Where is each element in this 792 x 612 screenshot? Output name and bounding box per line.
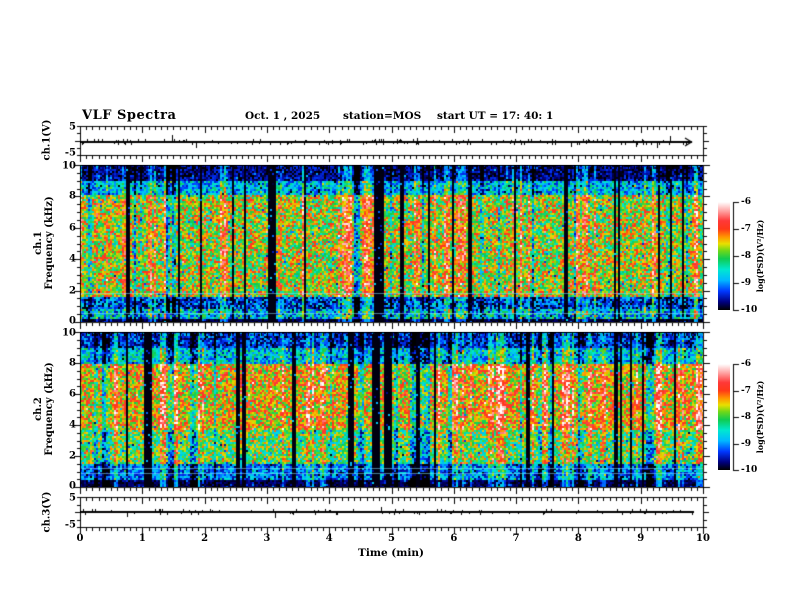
x-tick-label: 4: [325, 533, 333, 544]
y-tick-label: 4: [69, 419, 76, 431]
colorbar-tick-label: -8: [741, 251, 751, 261]
colorbar-tick-label: -10: [741, 465, 758, 475]
y-tick-label: 8: [69, 357, 76, 369]
ch1-spectrogram-canvas: [80, 165, 703, 322]
y-tick-label: 2: [69, 285, 76, 297]
colorbar-ch1: [718, 202, 730, 310]
plot-title: VLF Spectra: [82, 108, 177, 123]
colorbar-tick-label: -9: [741, 278, 751, 288]
y-tick-label: 0: [69, 315, 76, 327]
y-tick-label: -5: [64, 147, 76, 159]
x-tick-label: 8: [574, 533, 582, 544]
x-tick-label: 5: [388, 533, 395, 544]
colorbar-tick-label: -7: [741, 385, 751, 396]
x-tick-label: 1: [138, 533, 146, 544]
ch3-voltage-trace-canvas: [80, 497, 703, 527]
x-axis-label: Time (min): [358, 547, 424, 559]
colorbar-tick-label: -9: [741, 438, 751, 449]
colorbar-ch2-label: log(PSD)(V²/Hz): [755, 380, 765, 454]
y-tick-label: 4: [69, 253, 76, 265]
y-tick-label: 10: [62, 160, 76, 172]
x-tick-label: 9: [637, 533, 645, 544]
y-tick-label: 5: [69, 492, 76, 504]
x-tick-label: 10: [696, 533, 710, 544]
x-tick-label: 0: [76, 533, 84, 544]
ch2-spectrogram-canvas: [80, 332, 703, 487]
plot-station: station=MOS: [343, 110, 422, 122]
y-tick-label: -5: [64, 519, 76, 531]
y-tick-label: 5: [69, 121, 76, 133]
colorbar-tick-label: -6: [741, 197, 751, 207]
colorbar-ch2: [718, 364, 730, 470]
y-tick-label: 6: [69, 388, 76, 400]
plot-date: Oct. 1 , 2025: [245, 110, 321, 122]
y-tick-label: 6: [69, 222, 76, 234]
y-tick-label: 0: [69, 480, 76, 492]
ch1-voltage-axis-label: ch.1(V): [41, 119, 53, 161]
y-tick-label: 8: [69, 190, 76, 202]
ch3-voltage-axis-label: ch.3(V): [41, 491, 53, 533]
x-tick-label: 2: [201, 533, 209, 544]
colorbar-tick-label: -7: [741, 224, 751, 234]
x-tick-label: 3: [263, 533, 271, 544]
colorbar-tick-label: -8: [741, 412, 751, 422]
colorbar-ch1-label: log(PSD)(V²/Hz): [755, 219, 765, 293]
vlf-spectra-figure: VLF Spectra Oct. 1 , 2025 station=MOS st…: [0, 0, 792, 612]
ch2-frequency-axis-label: ch.2 Frequency (kHz): [33, 362, 55, 456]
colorbar-tick-label: -6: [741, 359, 751, 369]
y-tick-label: 2: [69, 450, 76, 462]
x-tick-label: 6: [450, 533, 458, 544]
ch1-voltage-trace-canvas: [80, 126, 703, 155]
colorbar-tick-label: -10: [741, 305, 758, 315]
ch1-frequency-axis-label: ch.1 Frequency (kHz): [33, 196, 55, 290]
x-tick-label: 7: [512, 533, 520, 544]
y-tick-label: 10: [62, 327, 76, 339]
plot-start-ut: start UT = 17: 40: 1: [437, 110, 554, 122]
